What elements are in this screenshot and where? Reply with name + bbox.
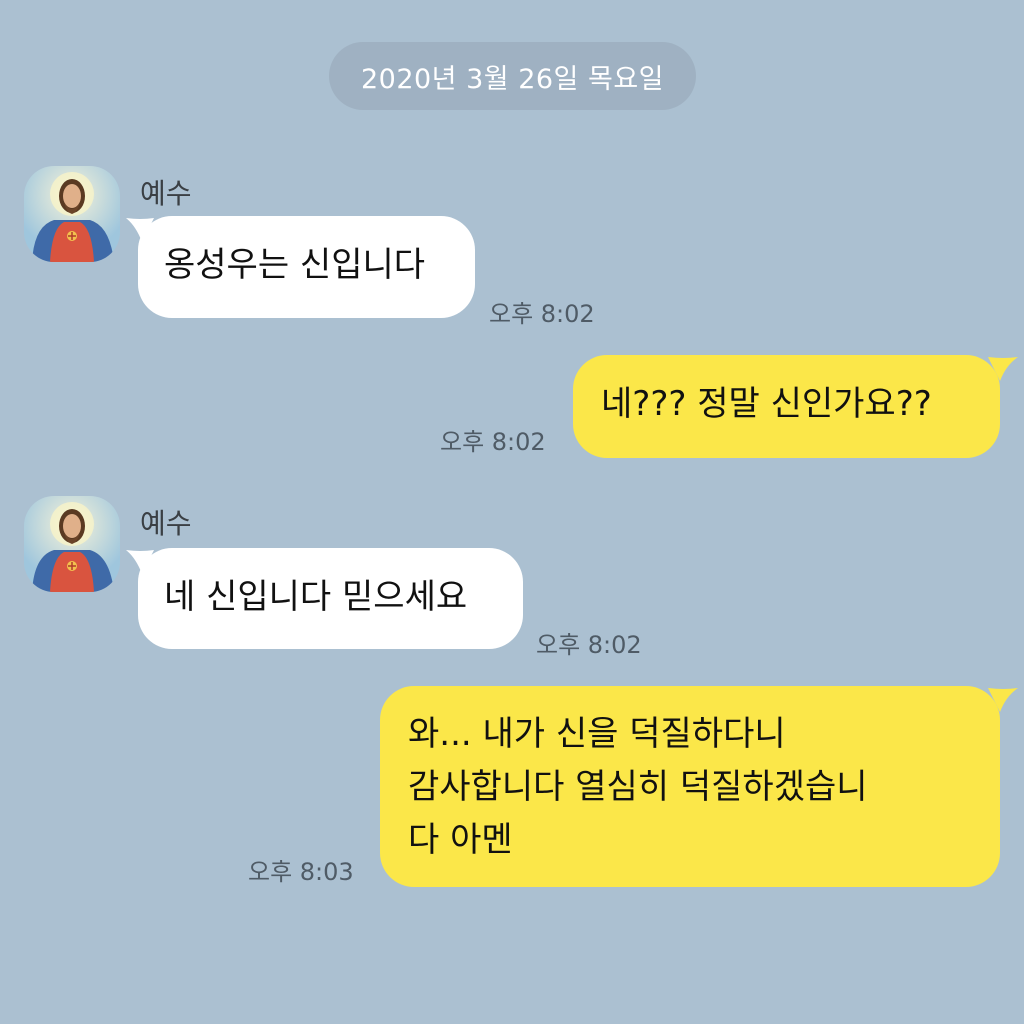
bubble-tail [988,688,1018,712]
jesus-avatar-icon [24,166,120,262]
bubble-tail [988,357,1018,381]
message-bubble[interactable]: 옹성우는 신입니다 [138,216,475,318]
message-timestamp: 오후 8:03 [248,858,354,886]
message-text: 옹성우는 신입니다 [164,245,426,285]
message-bubble[interactable]: 네??? 정말 신인가요?? [573,355,1000,458]
message-text: 네 신입니다 믿으세요 [164,577,468,617]
message-text-line: 와... 내가 신을 덕질하다니 [408,714,786,754]
message-text: 네??? 정말 신인가요?? [601,384,932,424]
jesus-avatar-icon [24,496,120,592]
message-timestamp: 오후 8:02 [536,631,642,659]
message-timestamp: 오후 8:02 [489,300,595,328]
message-text-line: 감사합니다 열심히 덕질하겠습니 [408,767,868,807]
sender-avatar[interactable] [24,496,120,592]
sender-name: 예수 [140,177,192,210]
message-text-line: 다 아멘 [408,820,513,860]
message-timestamp: 오후 8:02 [440,428,546,456]
sender-name: 예수 [140,507,192,540]
message-bubble[interactable]: 네 신입니다 믿으세요 [138,548,523,649]
sender-avatar[interactable] [24,166,120,262]
date-divider: 2020년 3월 26일 목요일 [329,42,696,110]
message-bubble[interactable]: 와... 내가 신을 덕질하다니 감사합니다 열심히 덕질하겠습니 다 아멘 [380,686,1000,887]
